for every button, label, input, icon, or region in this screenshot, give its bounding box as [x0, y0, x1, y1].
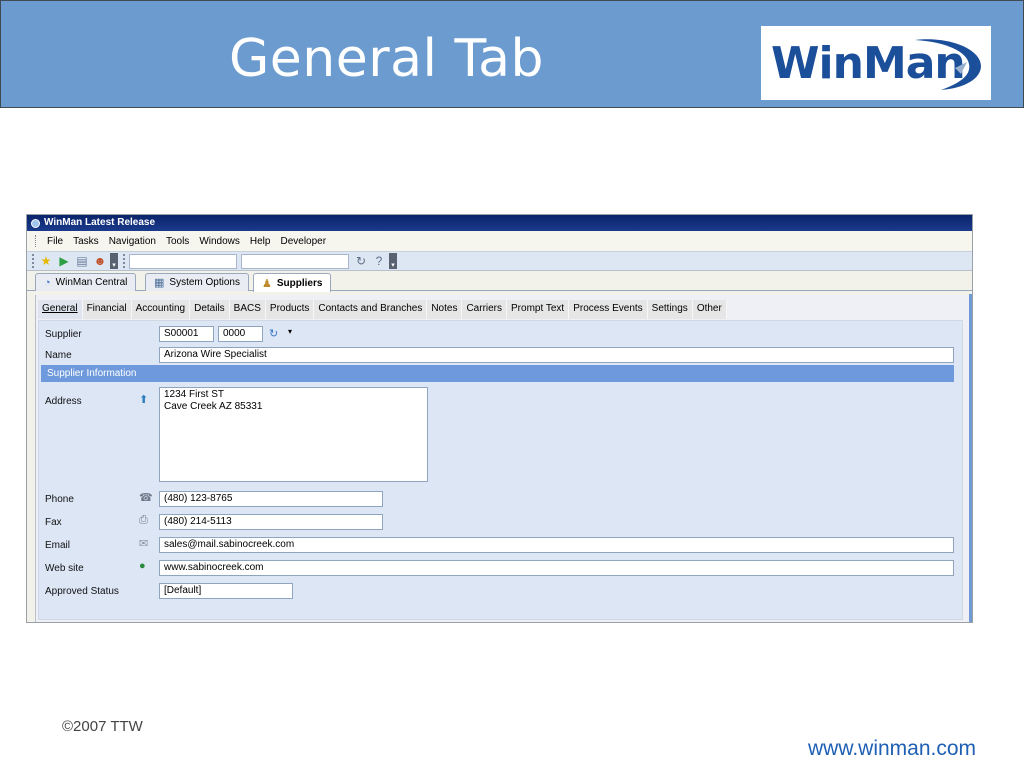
- users-icon[interactable]: ☻: [92, 253, 108, 269]
- chevron-down-icon[interactable]: ▾: [288, 327, 292, 336]
- tab-general[interactable]: General: [38, 300, 83, 319]
- menu-tools[interactable]: Tools: [161, 236, 194, 247]
- window-titlebar: WinMan Latest Release: [27, 215, 972, 231]
- supplier-code-field[interactable]: S00001: [159, 326, 214, 342]
- tab-settings[interactable]: Settings: [647, 300, 693, 319]
- favorites-star-icon[interactable]: ★: [38, 253, 54, 269]
- address-label: Address: [45, 396, 82, 407]
- tab-financial[interactable]: Financial: [82, 300, 132, 319]
- tab-label: General: [42, 303, 78, 314]
- app-icon: [31, 218, 40, 228]
- toolbar: ★ ▶ ▤ ☻ ▾ ↻ ? ▾: [27, 251, 972, 271]
- system-options-icon: ▦: [154, 277, 165, 289]
- address-field[interactable]: 1234 First ST Cave Creek AZ 85331: [159, 387, 428, 482]
- fax-icon[interactable]: ⎙: [139, 514, 148, 527]
- toolbar-overflow-dropdown[interactable]: ▾: [110, 253, 118, 269]
- phone-icon[interactable]: ☎: [139, 491, 153, 504]
- window-title: WinMan Latest Release: [44, 217, 156, 228]
- tab-bacs[interactable]: BACS: [229, 300, 266, 319]
- menubar-grip: [35, 235, 38, 247]
- toolbar-input-2[interactable]: [241, 253, 349, 269]
- doc-tab-suppliers[interactable]: ♟ Suppliers: [253, 273, 332, 292]
- tab-contacts-and-branches[interactable]: Contacts and Branches: [314, 300, 428, 319]
- tab-carriers[interactable]: Carriers: [462, 300, 508, 319]
- general-panel: Supplier S00001 0000 ↻ ▾ Name Arizona Wi…: [38, 320, 963, 620]
- menu-windows[interactable]: Windows: [194, 236, 245, 247]
- list-icon[interactable]: ▤: [74, 253, 90, 269]
- supplier-label: Supplier: [45, 329, 82, 340]
- document-tabs: ◔ WinMan Central ▦ System Options ♟ Supp…: [27, 271, 972, 292]
- help-icon[interactable]: ?: [371, 253, 387, 269]
- phone-label: Phone: [45, 494, 74, 505]
- fax-field[interactable]: (480) 214-5113: [159, 514, 383, 530]
- winman-central-icon: ◔: [44, 276, 51, 289]
- approved-status-field[interactable]: [Default]: [159, 583, 293, 599]
- toolbar-grip-2[interactable]: [123, 254, 126, 268]
- logo-swoosh-icon: [915, 39, 981, 90]
- globe-icon[interactable]: ●: [139, 560, 146, 572]
- tab-details[interactable]: Details: [190, 300, 230, 319]
- window-edge-accent: [969, 294, 972, 622]
- play-icon[interactable]: ▶: [56, 253, 72, 269]
- menu-help[interactable]: Help: [245, 236, 276, 247]
- menu-tasks[interactable]: Tasks: [68, 236, 104, 247]
- app-window: WinMan Latest Release File Tasks Navigat…: [26, 214, 973, 623]
- phone-field[interactable]: (480) 123-8765: [159, 491, 383, 507]
- doc-tab-label: Suppliers: [276, 277, 323, 289]
- menu-file[interactable]: File: [42, 236, 68, 247]
- doc-tab-system-options[interactable]: ▦ System Options: [145, 273, 249, 291]
- toolbar-grip[interactable]: [32, 254, 35, 268]
- website-label: Web site: [45, 563, 84, 574]
- lookup-icon[interactable]: ↻: [269, 327, 278, 340]
- name-label: Name: [45, 350, 72, 361]
- winman-logo: WinMan: [761, 26, 991, 100]
- form-tabs: General Financial Accounting Details BAC…: [38, 300, 727, 320]
- email-label: Email: [45, 540, 71, 551]
- email-field[interactable]: sales@mail.sabinocreek.com: [159, 537, 954, 553]
- tab-notes[interactable]: Notes: [427, 300, 463, 319]
- menu-navigation[interactable]: Navigation: [104, 236, 161, 247]
- tab-other[interactable]: Other: [692, 300, 727, 319]
- doc-tab-label: WinMan Central: [55, 277, 128, 288]
- supplier-form-area: General Financial Accounting Details BAC…: [35, 295, 972, 622]
- copyright: ©2007 TTW: [62, 718, 143, 735]
- tab-process-events[interactable]: Process Events: [569, 300, 648, 319]
- slide-header: General Tab WinMan: [0, 0, 1024, 108]
- email-icon[interactable]: ✉: [139, 537, 148, 550]
- toolbar-input-1[interactable]: [129, 253, 237, 269]
- supplier-branch-field[interactable]: 0000: [218, 326, 263, 342]
- footer-url[interactable]: www.winman.com: [808, 737, 976, 761]
- tab-prompt-text[interactable]: Prompt Text: [507, 300, 570, 319]
- toolbar-overflow-dropdown-2[interactable]: ▾: [389, 253, 397, 269]
- fax-label: Fax: [45, 517, 62, 528]
- refresh-icon[interactable]: ↻: [353, 253, 369, 269]
- tab-products[interactable]: Products: [265, 300, 315, 319]
- tab-accounting[interactable]: Accounting: [131, 300, 191, 319]
- address-map-icon[interactable]: ⬆: [139, 393, 148, 406]
- suppliers-icon: ♟: [262, 277, 272, 290]
- doc-tab-label: System Options: [169, 277, 240, 288]
- menu-developer[interactable]: Developer: [275, 236, 331, 247]
- doc-tab-winman-central[interactable]: ◔ WinMan Central: [35, 273, 137, 291]
- approved-status-label: Approved Status: [45, 586, 119, 597]
- menubar: File Tasks Navigation Tools Windows Help…: [27, 231, 972, 251]
- slide-title: General Tab: [229, 29, 544, 89]
- name-field[interactable]: Arizona Wire Specialist: [159, 347, 954, 363]
- supplier-information-header: Supplier Information: [41, 365, 954, 382]
- website-field[interactable]: www.sabinocreek.com: [159, 560, 954, 576]
